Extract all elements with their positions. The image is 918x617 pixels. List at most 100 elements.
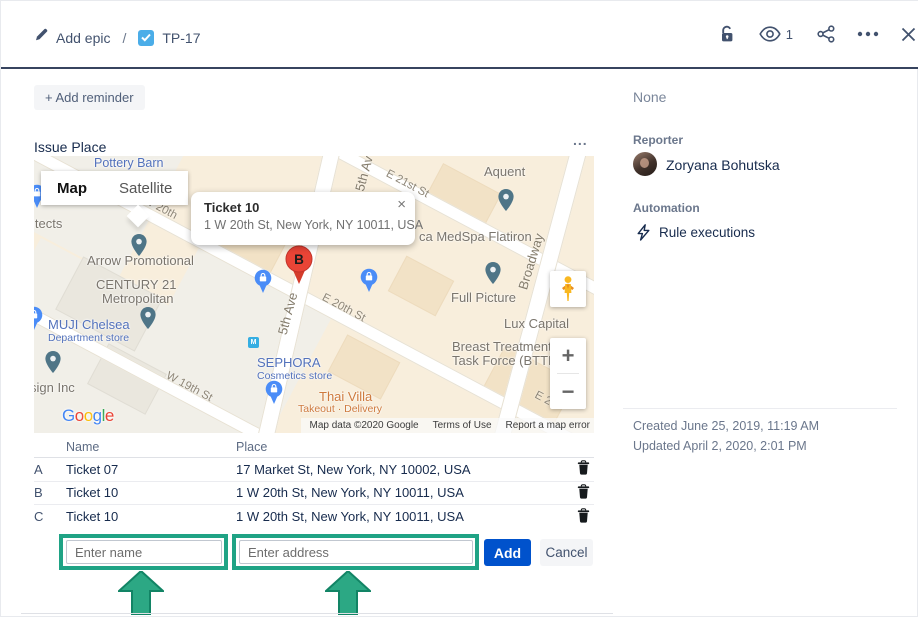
- address-input[interactable]: [239, 540, 473, 564]
- map-label: Breast Treatment: [452, 339, 552, 354]
- sidebar-divider: [623, 408, 897, 409]
- satellite-button[interactable]: Satellite: [103, 171, 188, 205]
- table-row: B Ticket 10 1 W 20th St, New York, NY 10…: [34, 482, 594, 506]
- map-label: Takeout · Delivery: [298, 403, 382, 415]
- google-logo[interactable]: Google: [62, 406, 114, 426]
- section-divider: [21, 613, 613, 614]
- close-icon[interactable]: [901, 27, 916, 42]
- add-button[interactable]: Add: [484, 539, 531, 566]
- map-type-control: Map Satellite: [41, 171, 188, 205]
- map-label: Metropolitan: [102, 291, 174, 306]
- subway-icon: M: [248, 337, 259, 348]
- field-value-none: None: [633, 89, 666, 105]
- row-place: 17 Market St, New York, NY 10002, USA: [236, 462, 564, 477]
- table-header-row: Name Place: [34, 437, 594, 458]
- shopping-pin-icon: [254, 269, 272, 299]
- poi-pin-icon: [498, 189, 514, 216]
- tooltip-title: Ticket 10: [204, 200, 403, 215]
- map-label: ca MedSpa Flatiron: [419, 229, 532, 244]
- rule-executions-link[interactable]: Rule executions: [637, 224, 755, 241]
- top-bar: Add epic / TP-17 1: [1, 1, 918, 69]
- automation-label: Automation: [633, 201, 700, 215]
- issue-view: Add epic / TP-17 1 +: [0, 0, 918, 617]
- row-name: Ticket 07: [66, 462, 236, 477]
- poi-pin-icon: [140, 307, 156, 334]
- map-building: [388, 256, 454, 317]
- row-letter: C: [34, 509, 66, 524]
- issue-place-title: Issue Place: [34, 139, 106, 155]
- annotation-arrow-up-icon: [325, 571, 371, 615]
- reporter-name: Zoryana Bohutska: [666, 157, 780, 173]
- map-zoom-control: + −: [550, 338, 586, 409]
- map-label: sign Inc: [34, 380, 75, 395]
- map-button[interactable]: Map: [41, 171, 103, 205]
- created-date: Created June 25, 2019, 11:19 AM: [633, 419, 819, 433]
- marker-tooltip: Ticket 10 1 W 20th St, New York, NY 1001…: [191, 192, 415, 245]
- watch-count: 1: [786, 27, 793, 42]
- map-label: Pottery Barn: [94, 156, 163, 170]
- row-letter: A: [34, 462, 66, 477]
- rule-executions-label: Rule executions: [659, 225, 755, 240]
- map-label: CENTURY 21: [96, 277, 176, 292]
- tooltip-address: 1 W 20th St, New York, NY 10011, USA: [204, 218, 403, 232]
- cancel-button[interactable]: Cancel: [540, 539, 593, 566]
- poi-pin-icon: [485, 262, 501, 289]
- updated-date: Updated April 2, 2020, 2:01 PM: [633, 439, 807, 453]
- name-input[interactable]: [66, 540, 222, 564]
- breadcrumb-separator: /: [122, 30, 126, 46]
- add-reminder-button[interactable]: + Add reminder: [34, 85, 145, 110]
- row-name: Ticket 10: [66, 485, 236, 500]
- breadcrumb-add-epic[interactable]: Add epic: [56, 30, 110, 46]
- map-label: itects: [34, 216, 62, 231]
- table-row: A Ticket 07 17 Market St, New York, NY 1…: [34, 458, 594, 482]
- report-error-link[interactable]: Report a map error: [506, 420, 590, 431]
- watch-eye-icon[interactable]: [759, 26, 781, 42]
- col-header-name: Name: [66, 440, 236, 454]
- table-row: C Ticket 10 1 W 20th St, New York, NY 10…: [34, 505, 594, 529]
- zoom-out-button[interactable]: −: [550, 374, 586, 409]
- map-label: Full Picture: [451, 290, 516, 305]
- row-place: 1 W 20th St, New York, NY 10011, USA: [236, 485, 564, 500]
- zoom-in-button[interactable]: +: [550, 338, 586, 373]
- map-data-text: Map data ©2020 Google: [309, 420, 418, 431]
- places-table: Name Place A Ticket 07 17 Market St, New…: [34, 437, 594, 529]
- tooltip-close-icon[interactable]: ×: [397, 197, 406, 212]
- pegman-icon: [560, 276, 576, 302]
- shopping-pin-icon: [34, 306, 43, 336]
- poi-pin-icon: [45, 351, 61, 378]
- pencil-icon: [34, 28, 48, 47]
- breadcrumb: Add epic / TP-17: [34, 28, 201, 47]
- pegman-streetview-control[interactable]: [550, 271, 586, 307]
- breadcrumb-issue-key[interactable]: TP-17: [162, 30, 200, 46]
- marker-B-icon[interactable]: B: [284, 245, 314, 290]
- reporter-label: Reporter: [633, 133, 683, 147]
- delete-trash-icon[interactable]: [573, 482, 594, 504]
- delete-trash-icon[interactable]: [573, 458, 594, 480]
- map-label: Lux Capital: [504, 316, 569, 331]
- map-label: Aquent: [484, 164, 525, 179]
- shopping-pin-icon: [360, 268, 378, 298]
- map-label: Thai Villa: [319, 389, 372, 404]
- poi-pin-icon: [131, 234, 147, 261]
- more-actions-icon[interactable]: [857, 31, 879, 37]
- lightning-bolt-icon: [637, 224, 650, 241]
- col-header-place: Place: [236, 440, 564, 454]
- map-label: SEPHORA: [257, 355, 321, 370]
- annotation-arrow-up-icon: [118, 571, 164, 615]
- map-canvas[interactable]: Map Satellite Ticket 10 1 W 20th St, New…: [34, 156, 594, 433]
- issue-place-more-button[interactable]: ...: [573, 132, 588, 148]
- lock-open-icon[interactable]: [719, 25, 735, 43]
- map-label: Task Force (BTTF): [452, 353, 560, 368]
- share-icon[interactable]: [817, 25, 835, 43]
- row-name: Ticket 10: [66, 509, 236, 524]
- map-label: MUJI Chelsea: [48, 317, 130, 332]
- terms-link[interactable]: Terms of Use: [433, 420, 492, 431]
- svg-text:B: B: [294, 252, 304, 267]
- row-place: 1 W 20th St, New York, NY 10011, USA: [236, 509, 564, 524]
- reporter-avatar[interactable]: [633, 152, 657, 176]
- map-attribution: Map data ©2020 Google Terms of Use Repor…: [301, 418, 594, 433]
- row-letter: B: [34, 485, 66, 500]
- task-type-icon[interactable]: [138, 30, 154, 46]
- delete-trash-icon[interactable]: [573, 506, 594, 528]
- shopping-pin-icon: [265, 380, 283, 410]
